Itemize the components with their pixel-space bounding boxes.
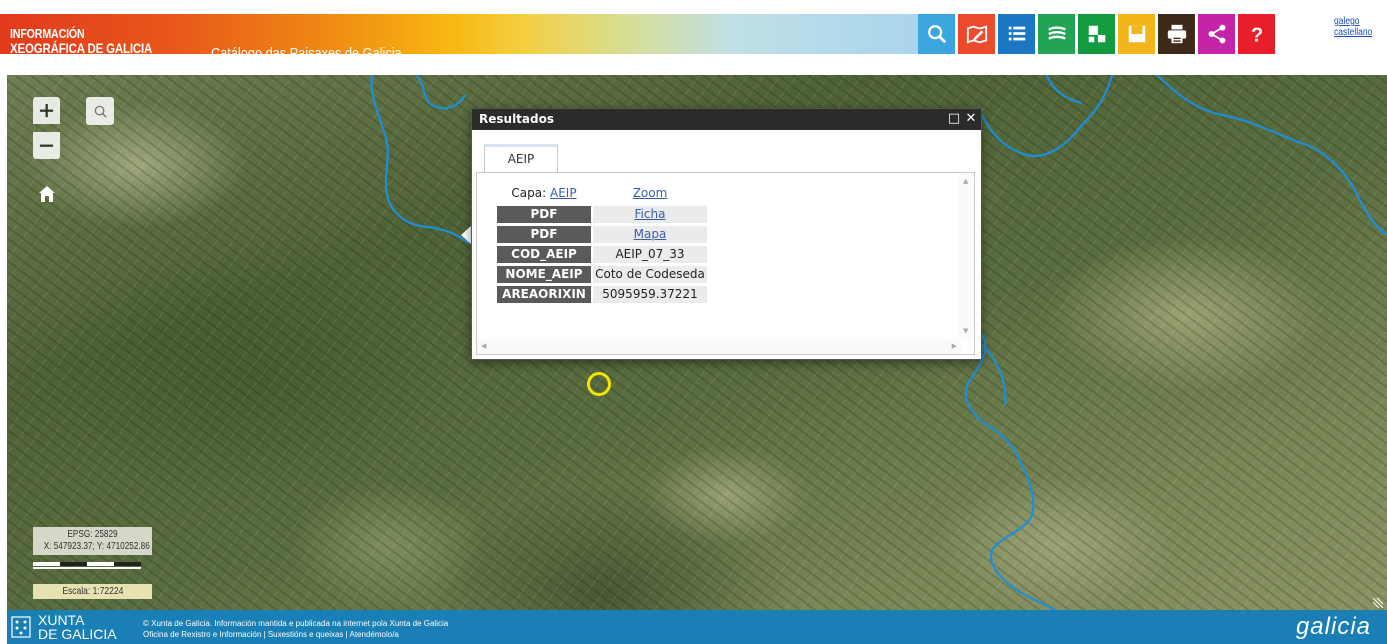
- page-footer: XUNTA DE GALICIA © Xunta de Galicia. Inf…: [7, 610, 1387, 644]
- lang-castellano-link[interactable]: castellano: [1334, 27, 1372, 38]
- row-value: 5095959.37221: [593, 286, 707, 303]
- table-row: AREAORIXIN 5095959.37221: [497, 286, 707, 303]
- scroll-up-icon[interactable]: ▲: [963, 177, 968, 185]
- plus-icon: [39, 103, 54, 118]
- ficha-link[interactable]: Ficha: [635, 207, 666, 221]
- map-edit-tool-button[interactable]: [958, 14, 995, 54]
- row-label: COD_AEIP: [497, 246, 591, 263]
- row-value: Mapa: [593, 226, 707, 243]
- zoom-cell: Zoom: [593, 185, 707, 202]
- logo-line-1: INFORMACIÓN: [10, 26, 85, 41]
- attention-link[interactable]: Atendémolo/a: [350, 630, 399, 639]
- list-icon: [1008, 26, 1025, 41]
- table-row: NOME_AEIP Coto de Codeseda: [497, 266, 707, 283]
- table-row: PDF Mapa: [497, 226, 707, 243]
- zoom-in-button[interactable]: [33, 97, 60, 124]
- logo-line-2: XEOGRÁFICA DE GALICIA: [10, 40, 153, 56]
- river-line: [981, 344, 1007, 406]
- vertical-scrollbar[interactable]: ▲ ▼: [959, 173, 974, 339]
- save-tool-button[interactable]: [1118, 14, 1155, 54]
- legend-tool-button[interactable]: [998, 14, 1035, 54]
- zoom-link[interactable]: Zoom: [633, 186, 668, 200]
- footer-legal: © Xunta de Galicia. Información mantida …: [143, 619, 449, 639]
- table-row: COD_AEIP AEIP_07_33: [497, 246, 707, 263]
- toolbar: ?: [918, 14, 1278, 54]
- maximize-icon[interactable]: □: [947, 110, 961, 128]
- xunta-crest-icon: [11, 616, 31, 638]
- share-tool-button[interactable]: [1198, 14, 1235, 54]
- print-tool-button[interactable]: [1158, 14, 1195, 54]
- tab-aeip[interactable]: AEIP: [484, 144, 558, 173]
- scroll-right-icon[interactable]: ▶: [952, 342, 957, 350]
- search-tool-button[interactable]: [918, 14, 955, 54]
- site-logo[interactable]: INFORMACIÓN XEOGRÁFICA DE GALICIA: [10, 26, 153, 56]
- mapa-link[interactable]: Mapa: [634, 227, 667, 241]
- mosaic-tool-button[interactable]: [1078, 14, 1115, 54]
- river-line: [1156, 75, 1387, 236]
- xy-coordinates: X: 547923.37; Y: 4710252.86: [43, 541, 150, 552]
- row-value: Ficha: [593, 206, 707, 223]
- capa-link[interactable]: AEIP: [550, 186, 577, 200]
- save-icon: [1128, 25, 1145, 43]
- river-line: [964, 334, 1058, 611]
- xunta-logo[interactable]: XUNTA DE GALICIA: [38, 613, 117, 641]
- river-line: [1045, 75, 1083, 105]
- galicia-brand[interactable]: galicia: [1296, 613, 1371, 641]
- map-pencil-icon: [966, 25, 987, 44]
- popup-titlebar: Resultados □ ✕: [472, 109, 981, 130]
- zoom-out-button[interactable]: [33, 132, 60, 159]
- suggestions-link[interactable]: Suxestións e queixas: [268, 630, 344, 639]
- header-banner: INFORMACIÓN XEOGRÁFICA DE GALICIA Catálo…: [0, 14, 938, 62]
- printer-icon: [1167, 24, 1186, 44]
- river-line: [370, 75, 470, 244]
- lang-galego-link[interactable]: galego: [1334, 16, 1372, 27]
- horizontal-scrollbar[interactable]: ◀ ▶: [477, 339, 961, 354]
- row-label: PDF: [497, 226, 591, 243]
- epsg-label: EPSG: 25829: [67, 529, 118, 540]
- row-value: AEIP_07_33: [593, 246, 707, 263]
- scroll-left-icon[interactable]: ◀: [481, 342, 486, 350]
- scale-bar: [33, 562, 141, 570]
- results-popup: Resultados □ ✕ AEIP Capa: AEIP Zoom PDF …: [471, 108, 982, 360]
- share-icon: [1208, 24, 1225, 44]
- capa-label: Capa: AEIP: [511, 186, 577, 200]
- popup-content: Capa: AEIP Zoom PDF Ficha PDF Mapa COD_A…: [476, 173, 975, 355]
- coordinates-readout: EPSG: 25829 X: 547923.37; Y: 4710252.86: [33, 527, 152, 555]
- layers-tool-button[interactable]: [1038, 14, 1075, 54]
- search-icon: [94, 105, 107, 118]
- minus-icon: [39, 144, 54, 147]
- app-header: INFORMACIÓN XEOGRÁFICA DE GALICIA Catálo…: [0, 0, 1387, 62]
- language-selector: galego castellano: [1334, 16, 1372, 38]
- search-icon: [927, 25, 946, 44]
- grid-icon: [1088, 25, 1105, 43]
- copyright-text: © Xunta de Galicia. Información mantida …: [143, 619, 449, 628]
- close-icon[interactable]: ✕: [964, 110, 978, 128]
- scroll-down-icon[interactable]: ▼: [963, 327, 968, 335]
- row-label: PDF: [497, 206, 591, 223]
- river-line: [416, 75, 466, 110]
- map-search-button[interactable]: [86, 97, 114, 125]
- row-label: NOME_AEIP: [497, 266, 591, 283]
- scale-text: Escala: 1:72224: [62, 586, 123, 597]
- table-row: PDF Ficha: [497, 206, 707, 223]
- question-icon: ?: [1250, 24, 1262, 45]
- river-line: [981, 75, 1114, 158]
- resize-icon[interactable]: [1373, 598, 1383, 608]
- registry-office-link[interactable]: Oficina de Rexistro e Información: [143, 630, 261, 639]
- scale-readout: Escala: 1:72224: [33, 584, 152, 599]
- home-icon: [38, 185, 55, 202]
- app-title: Catálogo das Paisaxes de Galicia: [211, 45, 402, 62]
- location-marker[interactable]: [587, 372, 611, 396]
- home-extent-button[interactable]: [33, 180, 60, 207]
- help-tool-button[interactable]: ?: [1238, 14, 1275, 54]
- capa-row: Capa: AEIP Zoom: [497, 185, 707, 202]
- row-label: AREAORIXIN: [497, 286, 591, 303]
- layers-icon: [1047, 26, 1066, 40]
- svg-text:?: ?: [1250, 24, 1262, 45]
- popup-title: Resultados: [479, 112, 554, 126]
- row-value: Coto de Codeseda: [593, 266, 707, 283]
